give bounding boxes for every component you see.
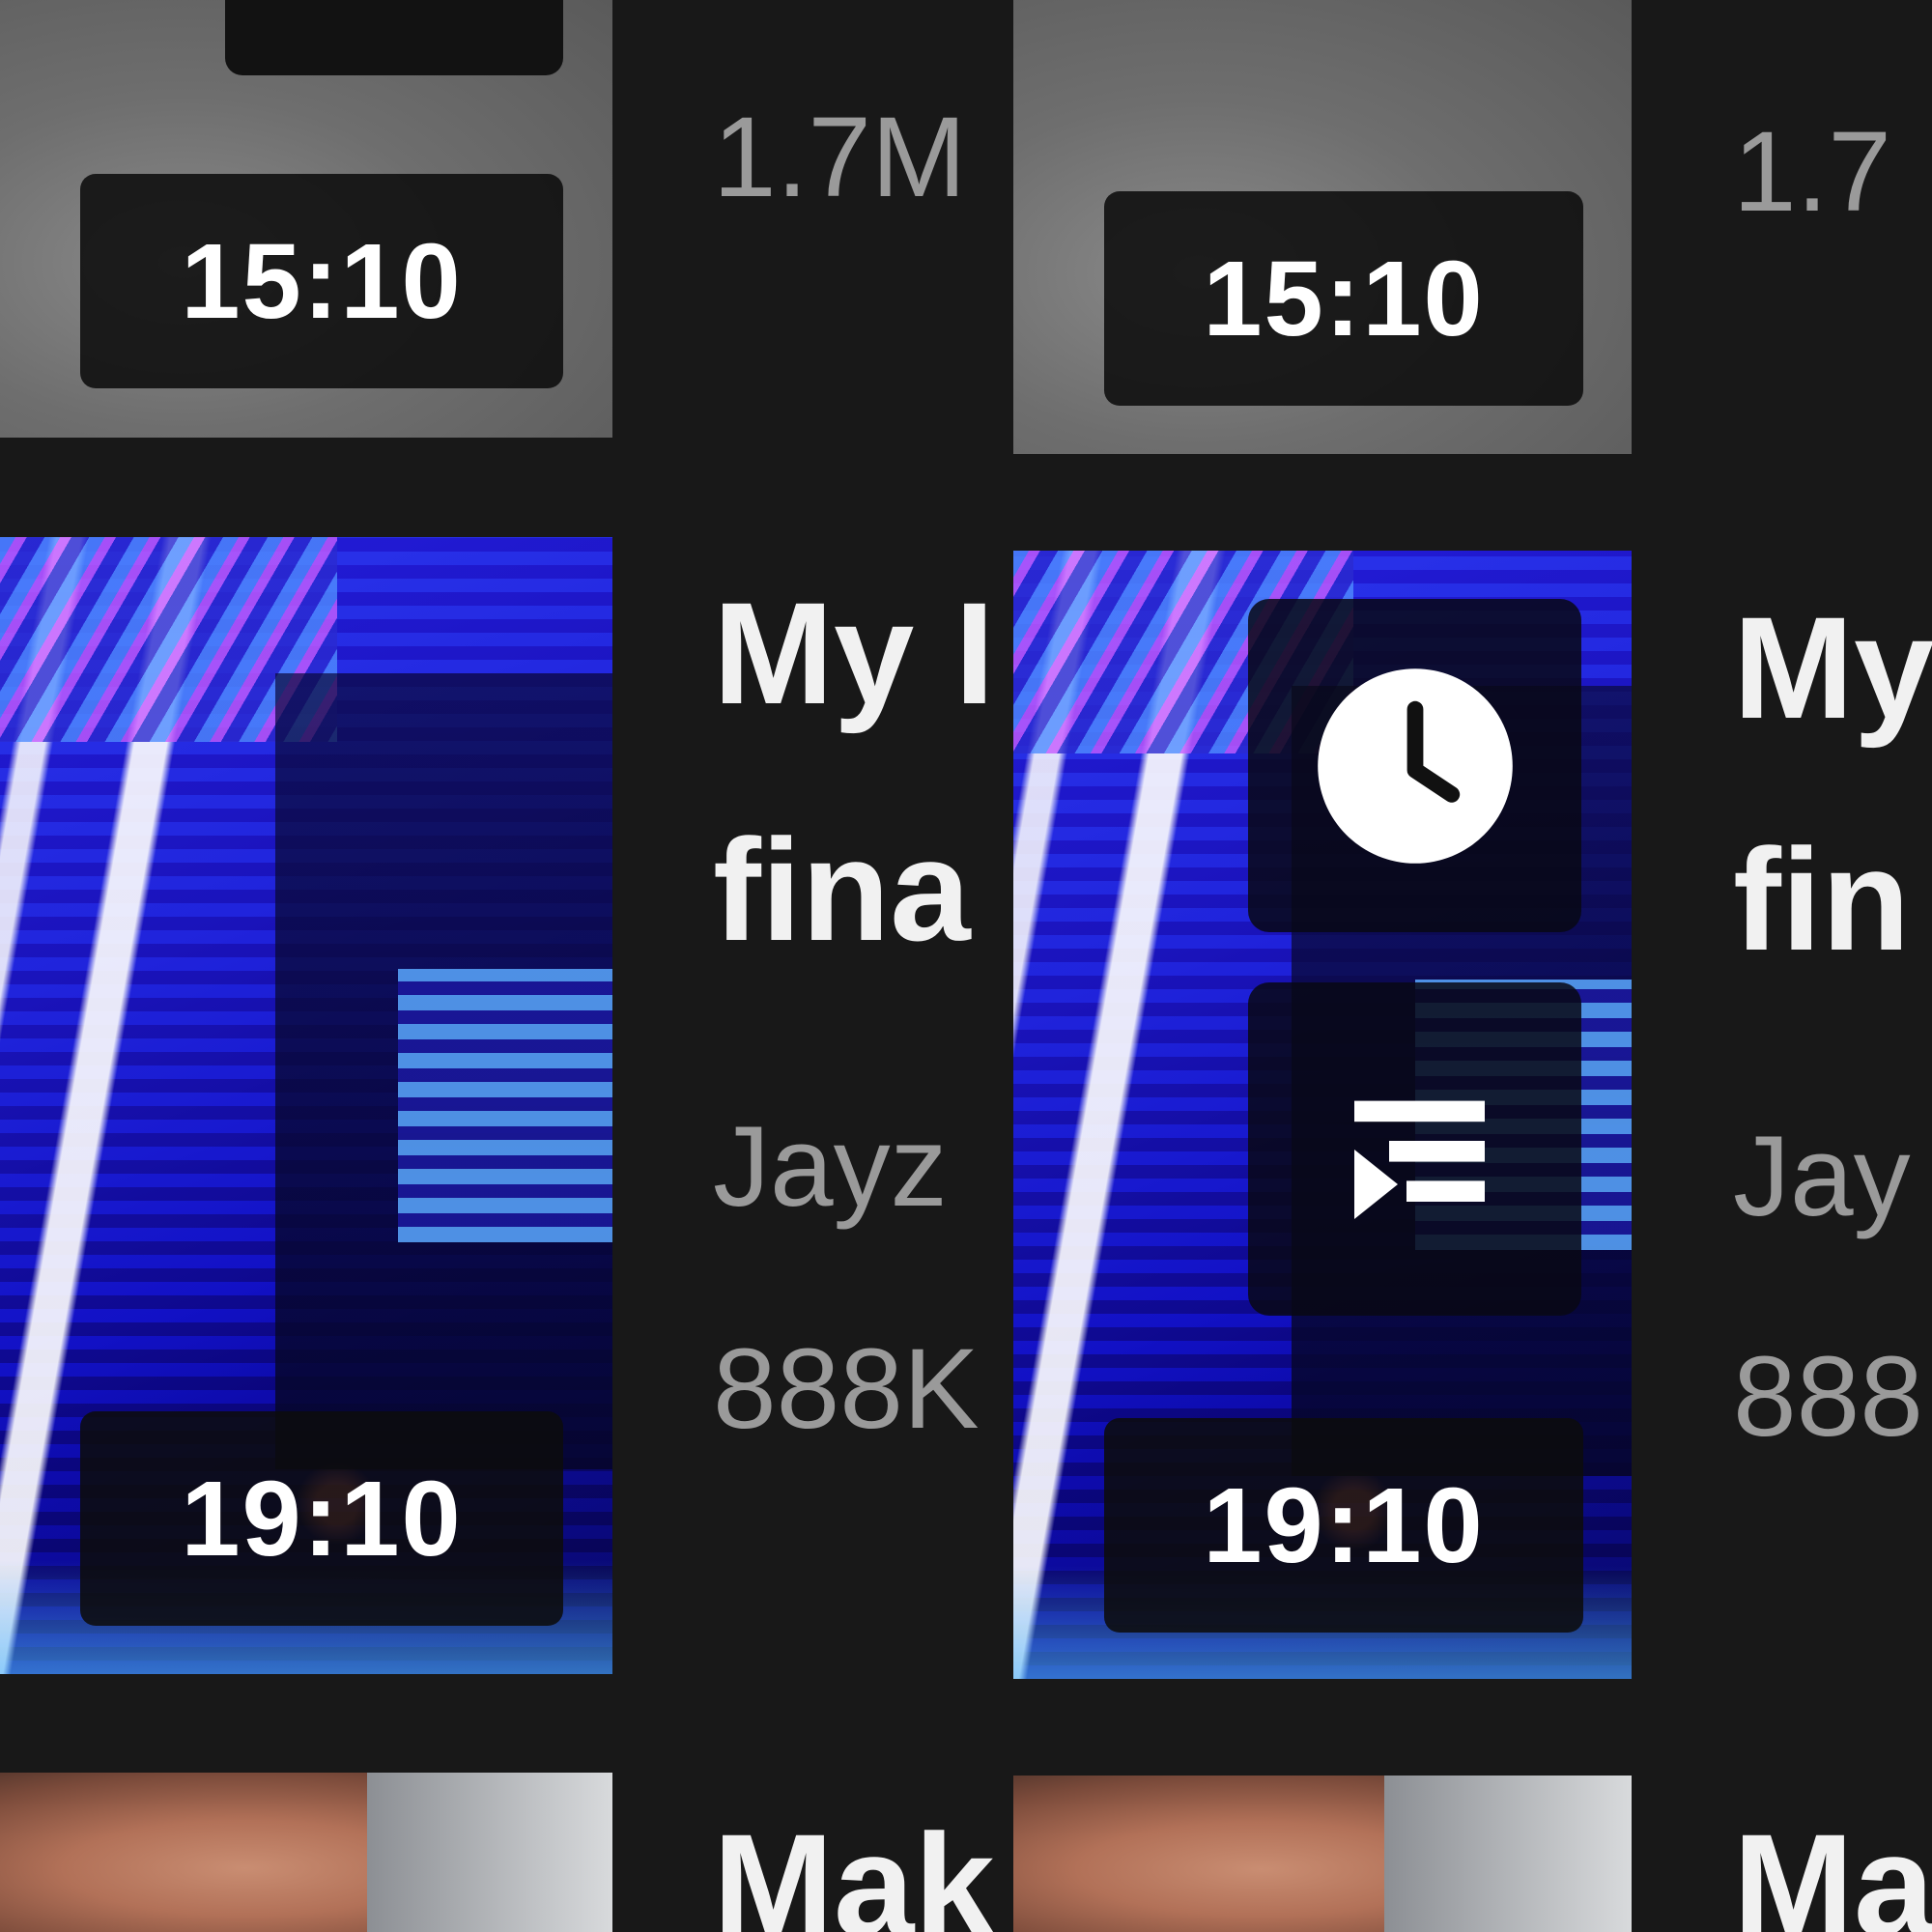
video-title[interactable]: Mak bbox=[713, 1802, 1013, 1932]
duration-badge: 15:10 bbox=[80, 174, 563, 388]
video-title[interactable]: Ma bbox=[1733, 1802, 1932, 1932]
add-to-queue-button[interactable] bbox=[1248, 982, 1581, 1316]
channel-name[interactable]: Jay bbox=[1733, 1111, 1932, 1256]
video-title[interactable]: My I bbox=[713, 570, 1013, 744]
video-thumbnail[interactable]: 15:10 bbox=[1013, 0, 1632, 454]
duration-badge: 19:10 bbox=[80, 1411, 563, 1626]
video-list-panel-left: 15:10 1.7M 19:10 My I fina Jayz 888K Mak bbox=[0, 0, 1013, 1932]
video-views: 888K bbox=[713, 1325, 980, 1453]
clock-icon bbox=[1317, 668, 1513, 864]
video-list-panel-right: 15:10 1.7 19:10 My fin Jay 888 Ma bbox=[1013, 0, 1932, 1932]
video-thumbnail[interactable] bbox=[0, 1773, 612, 1932]
channel-name[interactable]: Jayz bbox=[713, 1101, 1013, 1246]
duration-badge: 15:10 bbox=[1104, 191, 1583, 406]
video-thumbnail[interactable]: 19:10 bbox=[1013, 551, 1632, 1679]
video-thumbnail[interactable]: 15:10 bbox=[0, 0, 612, 438]
add-to-queue-icon bbox=[1353, 1100, 1485, 1219]
duration-badge: 19:10 bbox=[1104, 1418, 1583, 1633]
thumbnail-top-badge bbox=[225, 0, 563, 75]
watch-later-button[interactable] bbox=[1248, 599, 1581, 932]
video-views: 1.7M bbox=[713, 94, 967, 221]
video-title-line-2[interactable]: fina bbox=[713, 807, 1013, 980]
video-thumbnail[interactable] bbox=[1013, 1776, 1632, 1932]
video-title-line-2[interactable]: fin bbox=[1733, 816, 1932, 990]
video-title[interactable]: My bbox=[1733, 584, 1932, 758]
video-views: 1.7 bbox=[1733, 108, 1892, 236]
video-thumbnail[interactable]: 19:10 bbox=[0, 537, 612, 1674]
video-views: 888 bbox=[1733, 1333, 1923, 1461]
